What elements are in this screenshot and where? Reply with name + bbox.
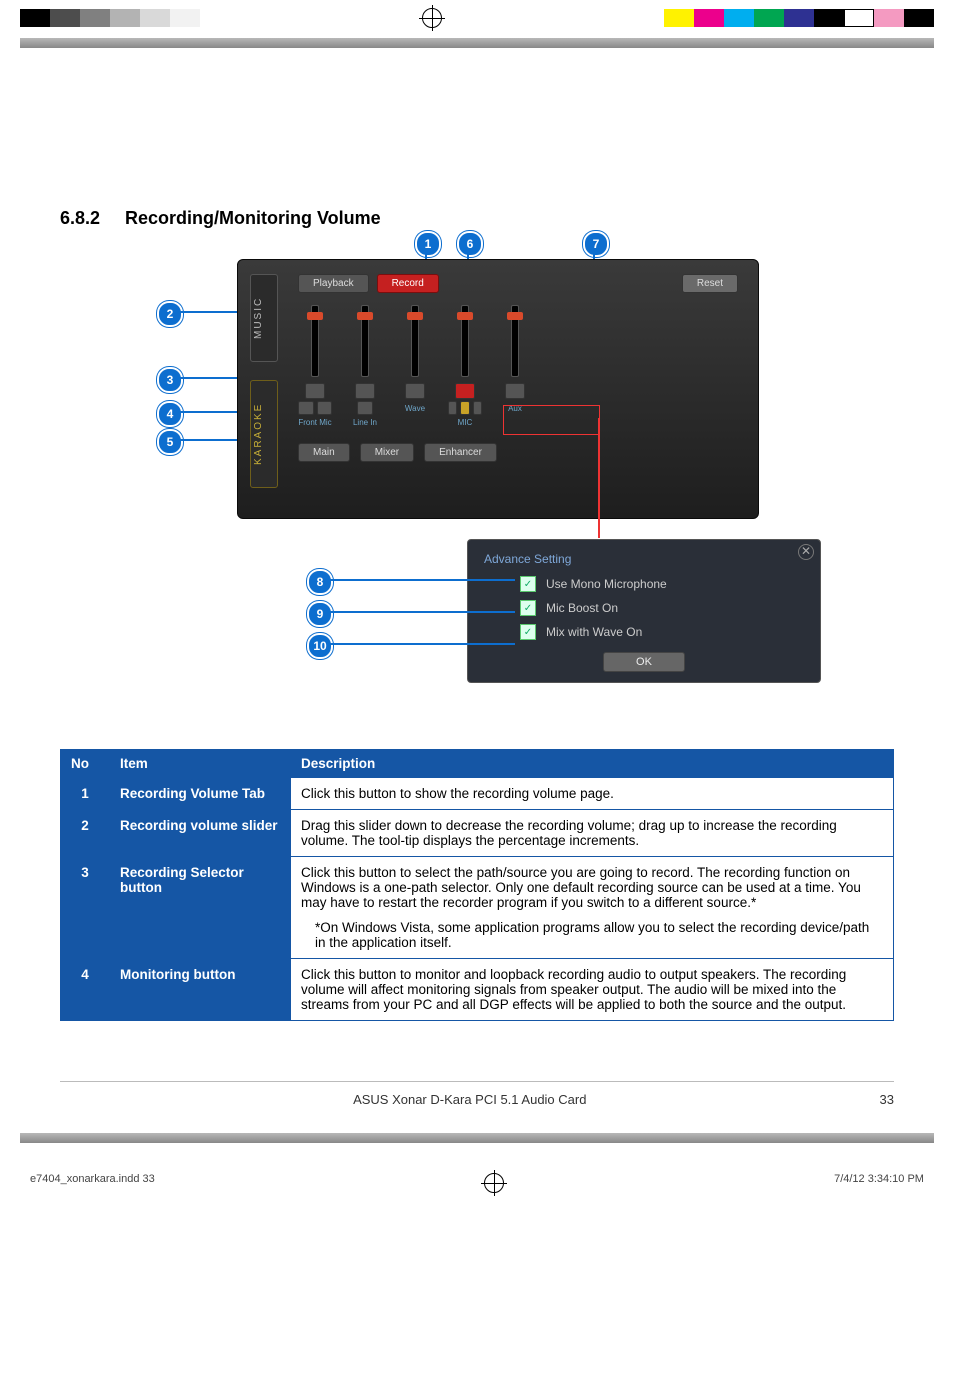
selector-button[interactable] (448, 401, 457, 415)
checkbox-boost[interactable]: ✓ (520, 600, 536, 616)
mixer-panel: MUSIC KARAOKE Playback Record Reset Fron… (237, 259, 759, 519)
callout-7: 7 (583, 231, 609, 257)
callout-5: 5 (157, 429, 183, 455)
selector-button[interactable] (298, 401, 314, 415)
footer-page: 33 (880, 1092, 894, 1107)
tab-enhancer[interactable]: Enhancer (424, 443, 497, 462)
side-tab-music[interactable]: MUSIC (250, 274, 278, 362)
callout-line (329, 611, 515, 613)
section-heading: 6.8.2 Recording/Monitoring Volume (60, 208, 894, 229)
section-number: 6.8.2 (60, 208, 120, 229)
channel-label: MIC (448, 418, 482, 427)
top-grey-rule (20, 38, 934, 48)
slug-file: e7404_xonarkara.indd 33 (30, 1173, 155, 1193)
callout-6: 6 (457, 231, 483, 257)
bottom-tabs: Main Mixer Enhancer (298, 443, 738, 462)
figure-recording-mixer: 1 6 7 2 3 4 5 MUSIC KARAOKE Playback Rec… (157, 259, 797, 719)
top-tabs-row: Playback Record Reset (298, 274, 738, 293)
monitor-button[interactable] (317, 401, 333, 415)
slug-datetime: 7/4/12 3:34:10 PM (834, 1173, 924, 1193)
highlight-line (598, 418, 600, 538)
tab-record[interactable]: Record (377, 274, 439, 293)
advance-setting-popup: ✕ Advance Setting ✓ Use Mono Microphone … (467, 539, 821, 683)
popup-title: Advance Setting (484, 552, 804, 566)
mute-button[interactable] (355, 383, 375, 399)
mute-button[interactable] (505, 383, 525, 399)
highlight-box (503, 405, 600, 435)
registration-mark-icon (422, 8, 442, 28)
channel-mic: MIC (448, 305, 482, 427)
print-slug: e7404_xonarkara.indd 33 7/4/12 3:34:10 P… (0, 1143, 954, 1203)
option-boost: ✓ Mic Boost On (520, 600, 804, 616)
table-row: 2 Recording volume slider Drag this slid… (61, 810, 894, 857)
ok-button[interactable]: OK (603, 652, 685, 672)
close-icon[interactable]: ✕ (798, 544, 814, 560)
option-label: Use Mono Microphone (546, 577, 667, 591)
option-label: Mic Boost On (546, 601, 618, 615)
callout-10: 10 (307, 633, 333, 659)
callout-9: 9 (307, 601, 333, 627)
col-desc: Description (291, 750, 894, 778)
volume-slider[interactable] (311, 305, 319, 377)
bottom-grey-rule (20, 1133, 934, 1143)
col-no: No (61, 750, 110, 778)
option-label: Mix with Wave On (546, 625, 642, 639)
volume-slider[interactable] (361, 305, 369, 377)
volume-slider[interactable] (411, 305, 419, 377)
checkbox-mono[interactable]: ✓ (520, 576, 536, 592)
callout-line (329, 643, 515, 645)
description-table: No Item Description 1 Recording Volume T… (60, 749, 894, 1021)
desc-main: Click this button to select the path/sou… (301, 865, 861, 910)
callout-2: 2 (157, 301, 183, 327)
selector-button[interactable] (357, 401, 373, 415)
table-row: 4 Monitoring button Click this button to… (61, 959, 894, 1021)
monitor-button[interactable] (473, 401, 482, 415)
callout-3: 3 (157, 367, 183, 393)
mute-button[interactable] (405, 383, 425, 399)
mute-button[interactable] (305, 383, 325, 399)
option-mix: ✓ Mix with Wave On (520, 624, 804, 640)
volume-slider[interactable] (511, 305, 519, 377)
advanced-button[interactable] (460, 401, 469, 415)
mute-button[interactable] (455, 383, 475, 399)
print-top-bar (0, 0, 954, 36)
channel-line-in: Line In (348, 305, 382, 427)
volume-slider[interactable] (461, 305, 469, 377)
callout-8: 8 (307, 569, 333, 595)
option-mono: ✓ Use Mono Microphone (520, 576, 804, 592)
tab-playback[interactable]: Playback (298, 274, 369, 293)
side-tab-karaoke[interactable]: KARAOKE (250, 380, 278, 488)
callout-4: 4 (157, 401, 183, 427)
desc-note: *On Windows Vista, some application prog… (301, 920, 883, 950)
table-row: 3 Recording Selector button Click this b… (61, 857, 894, 959)
reset-button[interactable]: Reset (682, 274, 738, 293)
channel-label: Wave (398, 404, 432, 413)
callout-line (329, 579, 515, 581)
channel-label: Line In (348, 418, 382, 427)
registration-mark-icon (484, 1173, 504, 1193)
channel-front-mic: Front Mic (298, 305, 332, 427)
left-color-swatches (20, 9, 200, 27)
channel-label: Front Mic (298, 418, 332, 427)
col-item: Item (110, 750, 291, 778)
channel-wave: Wave (398, 305, 432, 427)
callout-1: 1 (415, 231, 441, 257)
right-color-swatches (664, 9, 934, 27)
tab-main[interactable]: Main (298, 443, 350, 462)
checkbox-mix[interactable]: ✓ (520, 624, 536, 640)
tab-mixer[interactable]: Mixer (360, 443, 414, 462)
footer-product: ASUS Xonar D-Kara PCI 5.1 Audio Card (353, 1092, 586, 1107)
table-row: 1 Recording Volume Tab Click this button… (61, 778, 894, 810)
section-title: Recording/Monitoring Volume (125, 208, 381, 228)
page-footer: ASUS Xonar D-Kara PCI 5.1 Audio Card 33 (60, 1081, 894, 1107)
